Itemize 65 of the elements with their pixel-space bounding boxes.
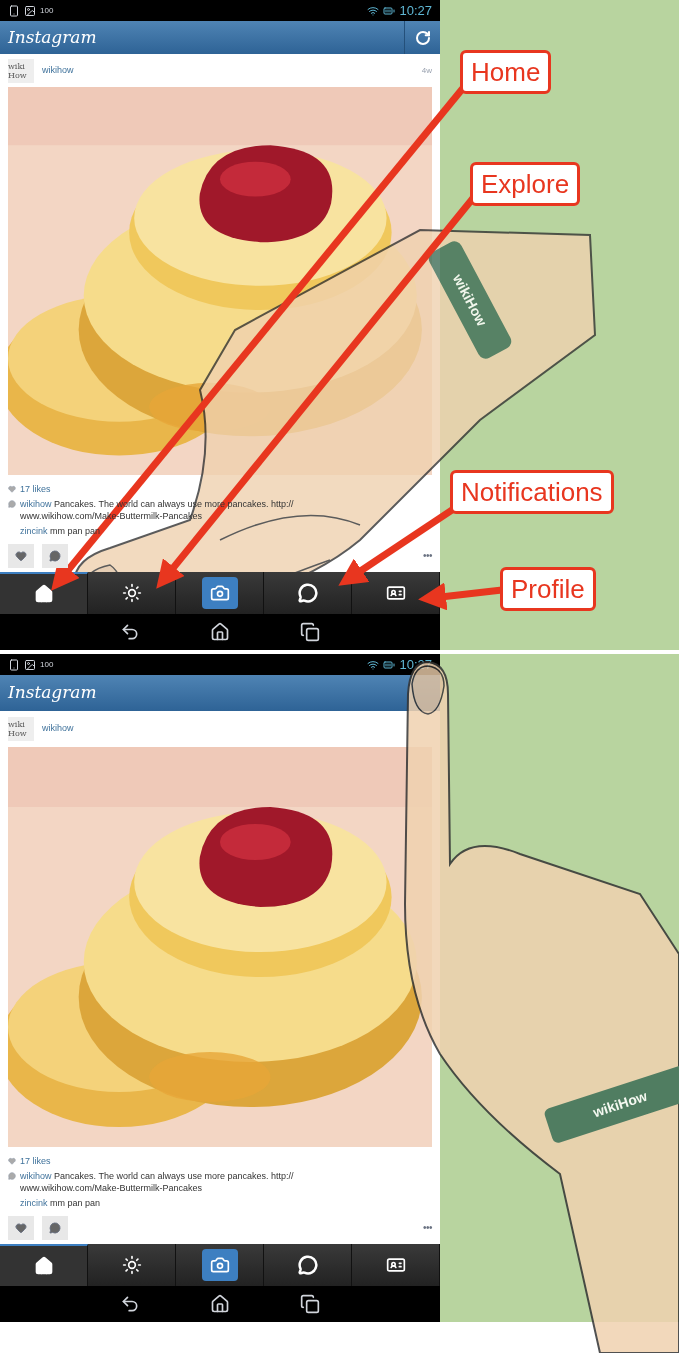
tab[interactable]: [0, 572, 88, 614]
speech-bubble-icon: [49, 1222, 61, 1234]
more-button[interactable]: •••: [423, 1222, 432, 1234]
tab[interactable]: [176, 1244, 264, 1286]
speech-bubble-icon: [297, 1255, 318, 1275]
recent-apps-icon[interactable]: [300, 622, 320, 642]
star-icon: [121, 583, 142, 603]
back-icon[interactable]: [120, 622, 140, 642]
username-link[interactable]: wikihow: [42, 722, 74, 736]
tab[interactable]: [176, 572, 264, 614]
clock: 10:27: [399, 1, 432, 20]
wifi-icon: [367, 658, 380, 671]
tab[interactable]: [264, 1244, 352, 1286]
home-outline-icon[interactable]: [210, 622, 230, 642]
tab[interactable]: [0, 1244, 88, 1286]
comment-button[interactable]: [42, 544, 68, 568]
app-title: Instagram: [8, 25, 98, 49]
heart-icon: [8, 485, 16, 493]
username-link[interactable]: wikihow: [42, 63, 74, 78]
speech-bubble-icon: [297, 583, 318, 603]
comment-icon: [8, 1172, 16, 1180]
callout-label: Notifications: [450, 470, 614, 514]
tab[interactable]: [352, 1244, 440, 1286]
star-icon: [121, 1255, 142, 1275]
back-icon[interactable]: [120, 1294, 140, 1314]
like-button[interactable]: [8, 1216, 34, 1240]
callout-label: Profile: [500, 567, 596, 611]
avatar: wiki How: [8, 717, 34, 741]
battery-level: 100: [40, 4, 54, 17]
image-icon: [24, 658, 36, 671]
profile-card-icon: [385, 583, 406, 603]
battery-level: 100: [40, 658, 54, 671]
phone-icon: [8, 658, 20, 671]
callout-label: Explore: [470, 162, 581, 206]
likes-count[interactable]: 17 likes: [20, 483, 51, 495]
camera-icon: [201, 577, 238, 609]
comment-icon: [8, 500, 16, 508]
battery-icon: [383, 4, 396, 17]
camera-icon: [201, 1249, 238, 1281]
profile-card-icon: [385, 1255, 406, 1275]
image-icon: [24, 4, 36, 17]
speech-bubble-icon: [49, 550, 61, 562]
more-button[interactable]: •••: [423, 550, 432, 562]
battery-icon: [383, 658, 396, 671]
phone-icon: [8, 4, 20, 17]
tab[interactable]: [88, 1244, 176, 1286]
callout-label: Home: [460, 50, 552, 94]
home-icon: [33, 1256, 54, 1276]
heart-icon: [15, 1222, 27, 1234]
wifi-icon: [367, 4, 380, 17]
post-age: 4w: [421, 64, 432, 77]
tab[interactable]: [88, 572, 176, 614]
comment-text: zincink mm pan pan: [19, 1197, 102, 1209]
heart-icon: [8, 1157, 16, 1165]
comment-button[interactable]: [42, 1216, 68, 1240]
refresh-icon: [414, 29, 431, 46]
app-title: Instagram: [8, 681, 98, 705]
likes-count[interactable]: 17 likes: [20, 1155, 51, 1167]
heart-icon: [15, 550, 27, 562]
recent-apps-icon[interactable]: [300, 1294, 320, 1314]
home-outline-icon[interactable]: [210, 1294, 230, 1314]
avatar: wiki How: [8, 58, 34, 83]
tab[interactable]: [264, 572, 352, 614]
home-icon: [33, 584, 54, 604]
like-button[interactable]: [8, 544, 34, 568]
